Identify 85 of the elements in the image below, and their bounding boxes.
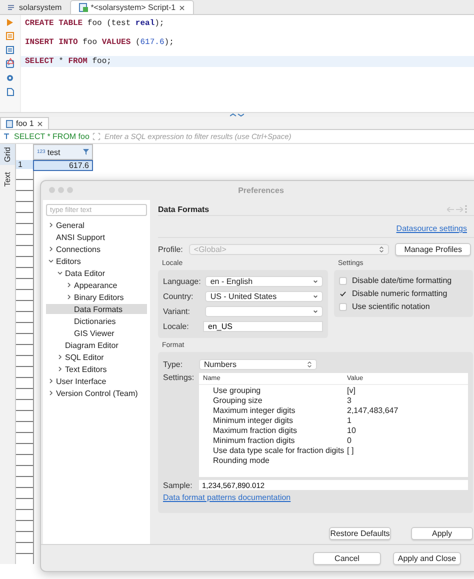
input-field[interactable]: en_US — [203, 321, 323, 332]
editor-tab[interactable]: solarsystem — [0, 1, 70, 14]
table-cell: 617.6 — [33, 160, 93, 171]
table-cell: [v] — [347, 386, 356, 394]
tree-item[interactable]: General — [46, 220, 147, 230]
dialog-button[interactable]: Cancel — [313, 552, 381, 564]
table-cell: 1 — [347, 416, 352, 424]
code-line: CREATE TABLE foo (test real); — [25, 19, 164, 28]
tree-item[interactable]: SQL Editor — [46, 352, 147, 362]
results-tab[interactable]: foo 1 — [0, 117, 49, 129]
tree-item[interactable]: Version Control (Team) — [46, 388, 147, 398]
view-tab[interactable]: Text — [0, 169, 15, 190]
table-cell-text: Use grouping — [212, 386, 262, 394]
tree-item[interactable]: Data Editor — [46, 268, 147, 278]
tree-item[interactable]: ANSI Support — [46, 232, 147, 242]
field-label: Language: — [163, 277, 202, 286]
filter-icon[interactable] — [83, 149, 89, 155]
view-tab[interactable]: Grid — [0, 144, 15, 166]
row-number[interactable]: 1 — [16, 160, 33, 169]
table-cell: [ ] — [347, 446, 354, 454]
field-label: Country: — [163, 292, 194, 301]
profile-label: Profile: — [158, 245, 183, 254]
table-icon — [6, 120, 13, 128]
field-label: Variant: — [163, 307, 191, 316]
manage-profiles-button[interactable]: Manage Profiles — [395, 243, 471, 256]
table-cell-text: Grouping size — [212, 396, 264, 404]
editor-tab[interactable]: *<solarsystem> Script-1 — [70, 0, 194, 14]
tree-item[interactable]: Editors — [46, 256, 147, 266]
type-select[interactable]: Numbers — [199, 359, 317, 370]
expand-icon[interactable] — [93, 133, 100, 140]
tree-item[interactable]: Text Editors — [46, 364, 147, 374]
table-cell-text: Maximum integer digits — [212, 406, 296, 414]
dropdown[interactable]: US - United States — [205, 291, 323, 302]
up-down-arrows-icon — [379, 246, 384, 253]
script-run-icon[interactable] — [6, 32, 14, 40]
tree-item[interactable]: Appearance — [46, 280, 147, 290]
checkbox-label: Use scientific notation — [352, 302, 430, 311]
tree-item[interactable]: User Interface — [46, 376, 147, 386]
play-icon[interactable] — [7, 19, 13, 26]
checkbox-label: Disable date/time formatting — [352, 276, 452, 285]
close-icon[interactable] — [36, 120, 43, 126]
dialog-title: Preferences — [238, 186, 284, 195]
table-cell-text: Minimum integer digits — [212, 416, 294, 424]
close-icon[interactable] — [178, 4, 185, 10]
script-icon[interactable] — [6, 46, 14, 54]
script-icon — [78, 3, 88, 12]
query-text: SELECT * FROM foo — [14, 132, 90, 141]
chevron-down-icon — [313, 294, 318, 299]
table-cell-text: Use data type scale for fraction digits — [212, 446, 346, 454]
page-title: Data Formats — [158, 204, 210, 214]
table-cell: 10 — [347, 426, 356, 434]
table-cell-text: Rounding mode — [212, 456, 270, 464]
tree-item[interactable]: Diagram Editor — [46, 340, 147, 350]
table-cell: 3 — [347, 396, 352, 404]
field-label: Type: — [163, 360, 184, 369]
tree-item[interactable]: GIS Viewer — [46, 328, 147, 338]
chevron-right-icon[interactable] — [48, 222, 54, 228]
field-label: Locale: — [163, 322, 190, 331]
field-label: Sample: — [163, 480, 194, 490]
table-cell: 2,147,483,647 — [347, 406, 398, 414]
tree-item[interactable]: Binary Editors — [46, 292, 147, 302]
up-down-arrows-icon — [307, 361, 312, 368]
document-icon[interactable] — [6, 88, 14, 96]
chevron-down-icon — [313, 309, 318, 314]
chevron-right-icon[interactable] — [48, 246, 54, 252]
chevron-down-icon — [313, 279, 318, 284]
tree-item[interactable]: Dictionaries — [46, 316, 147, 326]
page-button[interactable]: Restore Defaults — [329, 527, 391, 540]
datasource-settings-link[interactable]: Datasource settings — [396, 224, 467, 233]
collapse-arrows-icon[interactable] — [230, 113, 244, 117]
tree-item[interactable]: Data Formats — [46, 304, 147, 314]
text-cursor-icon — [3, 133, 10, 140]
page-button[interactable]: Apply — [411, 527, 473, 540]
checkbox-label: Disable numeric formatting — [352, 289, 448, 298]
checkbox[interactable] — [339, 290, 347, 298]
dropdown[interactable]: en - English — [205, 276, 323, 287]
documentation-link[interactable]: Data format patterns documentation — [163, 493, 291, 502]
code-line: INSERT INTO foo VALUES (617.6); — [25, 38, 174, 47]
tree-item[interactable]: Connections — [46, 244, 147, 254]
dialog-button[interactable]: Apply and Close — [393, 552, 461, 564]
table-cell-text: Minimum fraction digits — [212, 436, 296, 444]
field-label: Settings: — [163, 373, 195, 382]
table-cell: 0 — [347, 436, 352, 444]
table-cell-text: Maximum fraction digits — [212, 426, 298, 434]
code-line: SELECT * FROM foo; — [25, 57, 112, 66]
